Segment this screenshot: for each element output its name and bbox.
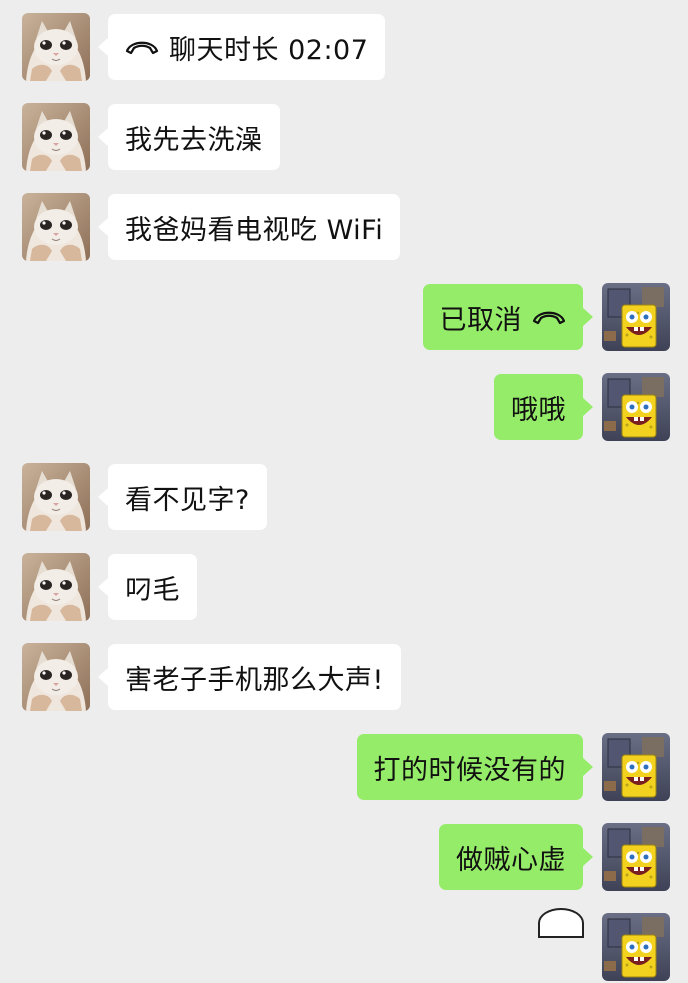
message-text: 已取消 [439,304,522,336]
contact-avatar[interactable] [22,643,90,711]
message-text: 哦哦 [511,394,566,426]
contact-avatar[interactable] [22,13,90,81]
contact-avatar[interactable] [22,193,90,261]
message-row: 叼毛 [0,553,688,623]
message-row: 聊天时长 02:07 [0,13,688,83]
message-row: 害老子手机那么大声! [0,643,688,713]
message-text: 聊天时长 02:07 [169,34,369,66]
call-cancelled-bubble[interactable]: 已取消 [422,284,593,350]
message-row: 做贼心虚 [0,823,688,893]
message-row: 我爸妈看电视吃 WiFi [0,193,688,263]
message-bubble[interactable]: 打的时候没有的 [356,734,593,800]
contact-avatar[interactable] [22,463,90,531]
message-bubble[interactable]: 我先去洗澡 [98,104,280,170]
sticker-message[interactable] [538,908,584,938]
message-row: 看不见字? [0,463,688,533]
message-row [0,913,688,983]
message-row: 已取消 [0,283,688,353]
message-text: 打的时候没有的 [373,754,566,786]
message-text: 叼毛 [125,574,180,606]
contact-avatar[interactable] [22,553,90,621]
message-bubble[interactable]: 我爸妈看电视吃 WiFi [97,194,401,260]
message-row: 我先去洗澡 [0,103,688,173]
message-bubble[interactable]: 害老子手机那么大声! [98,644,401,710]
self-avatar[interactable] [602,733,670,801]
chat-area[interactable]: 聊天时长 02:07 我先去洗澡 我爸妈看电视吃 WiFi 已取消 哦哦 看不见… [0,0,688,932]
message-bubble[interactable]: 看不见字? [98,464,267,530]
message-text: 我爸妈看电视吃 WiFi [125,214,384,246]
phone-hangup-icon [125,38,159,56]
message-text: 做贼心虚 [456,844,566,876]
message-bubble[interactable]: 做贼心虚 [439,824,593,890]
self-avatar[interactable] [602,913,670,981]
message-text: 我先去洗澡 [125,124,263,156]
message-row: 哦哦 [0,373,688,443]
self-avatar[interactable] [602,283,670,351]
self-avatar[interactable] [602,823,670,891]
self-avatar[interactable] [602,373,670,441]
message-text: 害老子手机那么大声! [125,664,384,696]
phone-hangup-icon [532,308,566,326]
call-duration-bubble[interactable]: 聊天时长 02:07 [97,14,386,80]
message-row: 打的时候没有的 [0,733,688,803]
contact-avatar[interactable] [22,103,90,171]
message-text: 看不见字? [125,484,250,516]
message-bubble[interactable]: 哦哦 [494,374,593,440]
message-bubble[interactable]: 叼毛 [98,554,197,620]
